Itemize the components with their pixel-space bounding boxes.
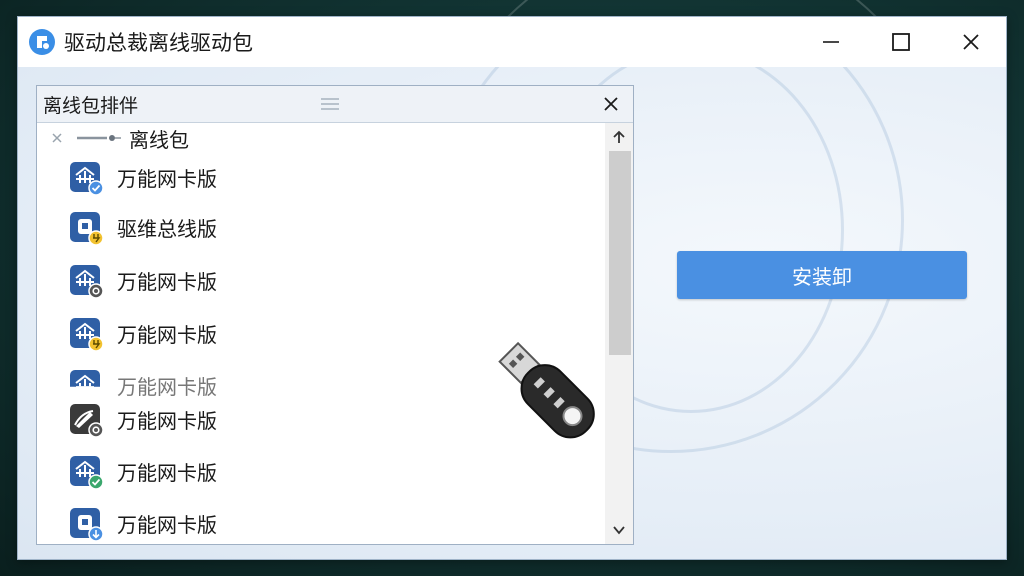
collapse-icon[interactable]: [51, 132, 63, 144]
list-item-label: 万能网卡版: [117, 460, 217, 485]
driver-icon: [67, 209, 104, 246]
list-root-label: 离线包: [129, 127, 189, 152]
panel-header: 离线包排伴: [37, 86, 633, 123]
list-item[interactable]: 驱维总线版: [37, 207, 597, 247]
driver-icon: [67, 505, 104, 542]
close-icon: [963, 34, 979, 50]
network-card-icon: [67, 159, 104, 196]
window-title: 驱动总裁离线驱动包: [64, 31, 253, 55]
package-list: 离线包 万能网卡版 驱维总线版 万能网卡版 万能网卡版 万能网卡版 万能网卡版 万能网卡版万…: [37, 123, 605, 544]
tree-connector-icon: [77, 135, 121, 141]
arrow-up-icon: [613, 130, 625, 143]
list-item-label: 万能网卡版: [117, 269, 217, 294]
install-button[interactable]: 安装卸: [677, 251, 967, 299]
panel-close-button[interactable]: [599, 92, 623, 116]
minimize-icon: [823, 41, 839, 43]
list-item[interactable]: 万能网卡版: [37, 451, 597, 491]
minimize-button[interactable]: [796, 17, 866, 67]
list-item-label: 万能网卡版: [117, 374, 217, 399]
close-icon: [604, 97, 618, 111]
list-item-label: 万能网卡版: [117, 322, 217, 347]
title-bar: 驱动总裁离线驱动包: [18, 17, 1006, 67]
usb-drive-icon: [498, 341, 595, 439]
offline-package-panel: 离线包排伴 离线包 万能网卡版 驱维总线版 万能网卡版 万能网卡版 万能网卡版 万能网卡版…: [36, 85, 634, 545]
app-window: 驱动总裁离线驱动包 离线包排伴 离线包 万能网卡版 驱维总线版 万能网卡版 万能…: [17, 16, 1007, 560]
list-item-label: 万能网卡版: [117, 166, 217, 191]
list-item-label: 万能网卡版: [117, 408, 217, 433]
scroll-thumb[interactable]: [609, 151, 631, 355]
scroll-up-button[interactable]: [605, 125, 633, 149]
maximize-button[interactable]: [866, 17, 936, 67]
list-item-label: 万能网卡版: [117, 512, 217, 537]
drag-handle-icon[interactable]: [321, 98, 339, 113]
network-card-icon: [67, 315, 104, 352]
vertical-scrollbar[interactable]: [605, 123, 633, 544]
list-root[interactable]: 离线包: [37, 123, 597, 153]
network-card-icon: [67, 262, 104, 299]
panel-title: 离线包排伴: [43, 94, 139, 117]
window-controls: [796, 17, 1006, 67]
chevron-down-icon: [613, 526, 625, 535]
list-item[interactable]: 万能网卡版: [37, 157, 597, 197]
app-logo-icon: [29, 29, 55, 55]
network-card-icon: [67, 367, 103, 403]
maximize-icon: [892, 33, 910, 51]
network-card-icon: [67, 453, 104, 490]
close-button[interactable]: [936, 17, 1006, 67]
list-item[interactable]: 万能网卡版: [37, 260, 597, 300]
scroll-down-button[interactable]: [605, 518, 633, 542]
list-item[interactable]: 万能网卡版: [37, 503, 597, 543]
list-item-label: 驱维总线版: [117, 216, 217, 241]
pen-icon: [67, 401, 104, 438]
